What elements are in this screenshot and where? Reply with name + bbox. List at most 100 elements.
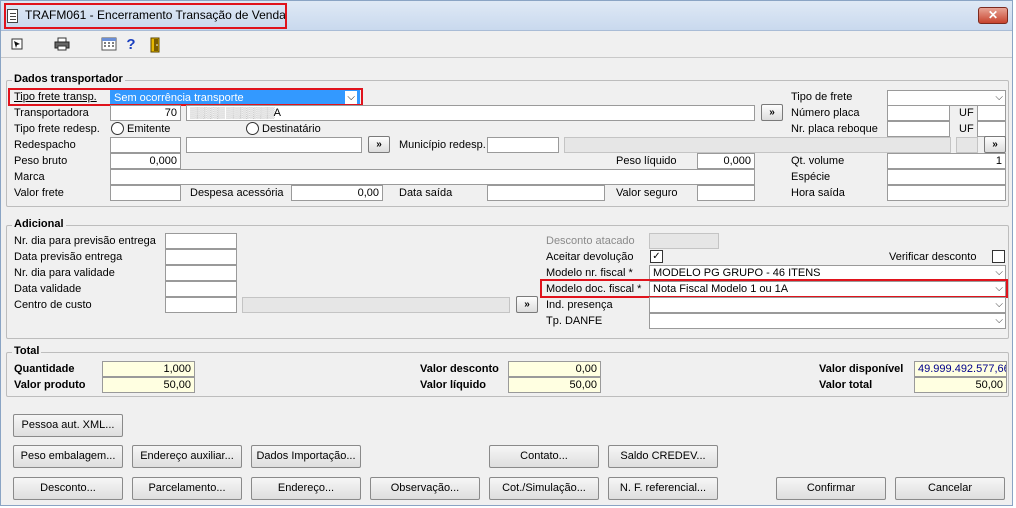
chevron-down-icon: ⌵ xyxy=(995,299,1003,310)
highlight-tipo-frete-transp xyxy=(8,88,363,106)
title-highlight-box xyxy=(4,3,287,29)
chevron-down-icon: ⌵ xyxy=(995,92,1003,103)
endereco-auxiliar-button[interactable]: Endereço auxiliar... xyxy=(132,445,242,468)
input-peso-liquido[interactable]: 0,000 xyxy=(697,153,755,169)
label-ind-presenca: Ind. presença xyxy=(546,299,613,311)
input-valor-seguro[interactable] xyxy=(697,185,755,201)
input-data-saida[interactable] xyxy=(487,185,605,201)
label-hora-saida: Hora saída xyxy=(791,187,845,199)
highlight-modelo-doc-fiscal xyxy=(540,279,1008,298)
cot-simulacao-button[interactable]: Cot./Simulação... xyxy=(489,477,599,500)
toolbar: ? xyxy=(1,32,1012,58)
pessoa-aut-xml-button[interactable]: Pessoa aut. XML... xyxy=(13,414,123,437)
input-despesa-acessoria[interactable]: 0,00 xyxy=(291,185,383,201)
contato-button[interactable]: Contato... xyxy=(489,445,599,468)
print-icon[interactable] xyxy=(53,37,71,53)
input-transportadora-name[interactable]: ▒▒▒▒▒ ▒▒▒▒▒▒▒A xyxy=(186,105,755,121)
dropdown-modelo-nr-fiscal-value: MODELO PG GRUPO - 46 ITENS xyxy=(653,267,821,279)
close-button[interactable]: ✕ xyxy=(978,7,1008,24)
label-modelo-nr-fiscal: Modelo nr. fiscal * xyxy=(546,267,633,279)
cancelar-button[interactable]: Cancelar xyxy=(895,477,1005,500)
input-municipio-redesp-uf xyxy=(956,137,978,153)
label-valor-desconto: Valor desconto xyxy=(420,363,499,375)
label-qt-volume: Qt. volume xyxy=(791,155,845,167)
label-nr-dia-previsao: Nr. dia para previsão entrega xyxy=(14,235,156,247)
value-valor-liquido: 50,00 xyxy=(508,377,601,393)
label-despesa-acessoria: Despesa acessória xyxy=(190,187,284,199)
dados-importacao-button[interactable]: Dados Importação... xyxy=(251,445,361,468)
input-data-previsao[interactable] xyxy=(165,249,237,265)
dropdown-tp-danfe[interactable]: ⌵ xyxy=(649,313,1006,329)
input-nr-placa-reboque[interactable] xyxy=(887,121,950,137)
centro-custo-lookup-button[interactable]: » xyxy=(516,296,538,313)
help-icon[interactable]: ? xyxy=(122,37,140,53)
checkbox-aceitar-devolucao[interactable]: ✓ xyxy=(650,250,663,263)
input-nr-dia-validade[interactable] xyxy=(165,265,237,281)
observacao-button[interactable]: Observação... xyxy=(370,477,480,500)
label-centro-custo: Centro de custo xyxy=(14,299,92,311)
label-verificar-desconto: Verificar desconto xyxy=(889,251,977,263)
input-centro-custo-code[interactable] xyxy=(165,297,237,313)
cursor-icon[interactable] xyxy=(9,37,27,53)
input-centro-custo-name xyxy=(242,297,510,313)
value-valor-produto: 50,00 xyxy=(102,377,195,393)
label-peso-bruto: Peso bruto xyxy=(14,155,68,167)
label-uf-placa: UF xyxy=(959,107,974,119)
input-especie[interactable] xyxy=(887,169,1006,185)
transportadora-lookup-button[interactable]: » xyxy=(761,104,783,121)
group-title-transportador: Dados transportador xyxy=(12,73,125,85)
desconto-button[interactable]: Desconto... xyxy=(13,477,123,500)
redespacho-lookup-button[interactable]: » xyxy=(368,136,390,153)
input-qt-volume[interactable]: 1 xyxy=(887,153,1006,169)
input-redespacho-code[interactable] xyxy=(110,137,181,153)
exit-door-icon[interactable] xyxy=(146,37,164,53)
radio-emitente-label: Emitente xyxy=(127,123,171,135)
label-data-saida: Data saída xyxy=(399,187,453,199)
nf-referencial-button[interactable]: N. F. referencial... xyxy=(608,477,718,500)
radio-destinatario-label: Destinatário xyxy=(262,123,321,135)
parcelamento-button[interactable]: Parcelamento... xyxy=(132,477,242,500)
value-quantidade: 1,000 xyxy=(102,361,195,377)
input-valor-frete[interactable] xyxy=(110,185,181,201)
label-valor-disponivel: Valor disponível xyxy=(819,363,904,375)
radio-destinatario[interactable] xyxy=(246,122,259,135)
group-title-total: Total xyxy=(12,345,42,357)
confirmar-button[interactable]: Confirmar xyxy=(776,477,886,500)
radio-emitente[interactable] xyxy=(111,122,124,135)
input-redespacho-name[interactable] xyxy=(186,137,362,153)
label-valor-seguro: Valor seguro xyxy=(616,187,678,199)
input-nr-dia-previsao[interactable] xyxy=(165,233,237,249)
label-municipio-redesp: Município redesp. xyxy=(399,139,486,151)
chevron-down-icon: ⌵ xyxy=(995,315,1003,326)
endereco-button[interactable]: Endereço... xyxy=(251,477,361,500)
label-data-previsao: Data previsão entrega xyxy=(14,251,123,263)
saldo-credev-button[interactable]: Saldo CREDEV... xyxy=(608,445,718,468)
peso-embalagem-button[interactable]: Peso embalagem... xyxy=(13,445,123,468)
blurred-text: ▒▒▒▒▒ ▒▒▒▒▒▒▒ xyxy=(190,107,275,119)
label-uf-reboque: UF xyxy=(959,123,974,135)
municipio-redesp-lookup-button[interactable]: » xyxy=(984,136,1006,153)
label-tipo-frete-redesp: Tipo frete redesp. xyxy=(14,123,100,135)
input-peso-bruto[interactable]: 0,000 xyxy=(110,153,181,169)
label-nr-dia-validade: Nr. dia para validade xyxy=(14,267,115,279)
input-hora-saida[interactable] xyxy=(887,185,1006,201)
input-data-validade[interactable] xyxy=(165,281,237,297)
checkbox-verificar-desconto[interactable] xyxy=(992,250,1005,263)
dropdown-ind-presenca[interactable]: ⌵ xyxy=(649,297,1006,313)
input-municipio-redesp-code[interactable] xyxy=(487,137,559,153)
input-uf-reboque[interactable] xyxy=(977,121,1006,137)
label-tp-danfe: Tp. DANFE xyxy=(546,315,603,327)
group-title-adicional: Adicional xyxy=(12,218,66,230)
label-marca: Marca xyxy=(14,171,45,183)
input-transportadora-code[interactable]: 70 xyxy=(110,105,181,121)
label-peso-liquido: Peso líquido xyxy=(616,155,677,167)
input-numero-placa[interactable] xyxy=(887,105,950,121)
label-valor-liquido: Valor líquido xyxy=(420,379,487,391)
input-uf-placa[interactable] xyxy=(977,105,1006,121)
input-marca[interactable] xyxy=(110,169,755,185)
label-quantidade: Quantidade xyxy=(14,363,75,375)
dropdown-tipo-de-frete[interactable]: ⌵ xyxy=(887,90,1006,106)
calculator-icon[interactable] xyxy=(100,37,118,53)
input-municipio-redesp-name xyxy=(564,137,951,153)
label-transportadora: Transportadora xyxy=(14,107,89,119)
